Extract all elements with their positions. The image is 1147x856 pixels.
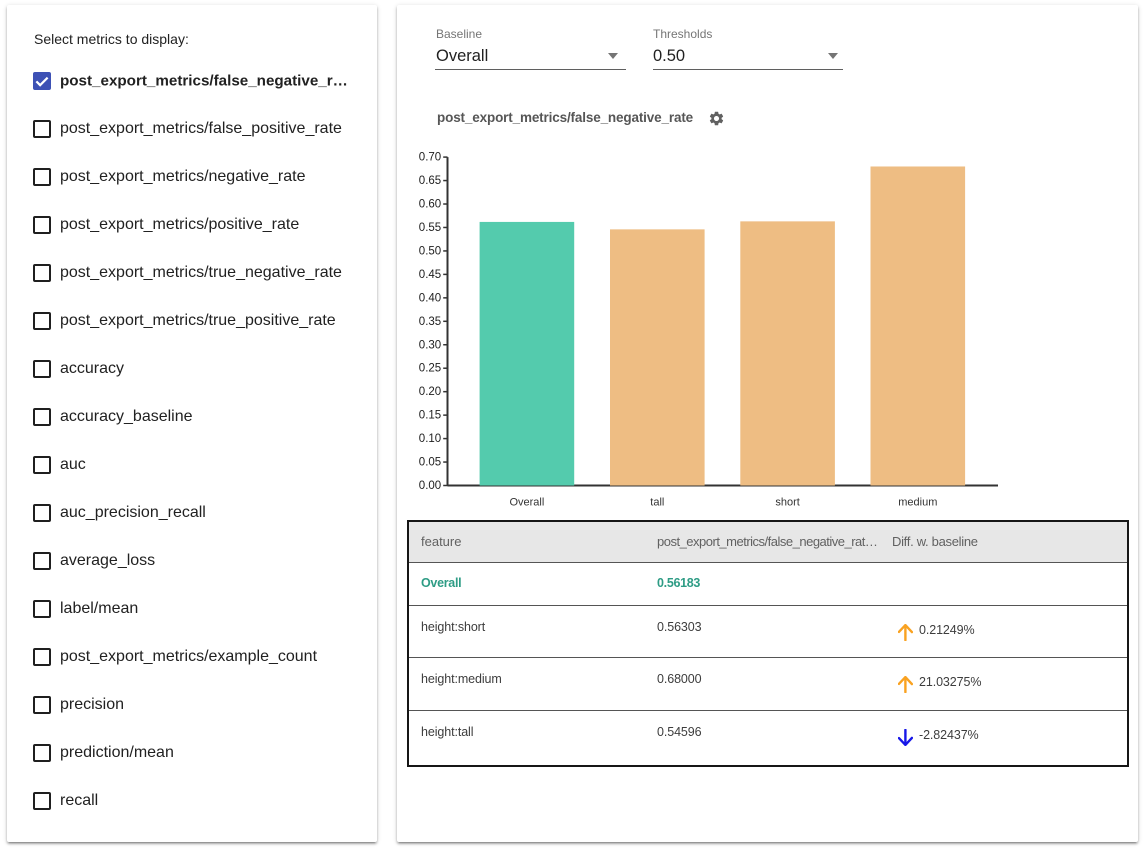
svg-text:0.70: 0.70 (419, 152, 441, 164)
svg-text:0.30: 0.30 (419, 339, 441, 351)
svg-text:0.35: 0.35 (419, 316, 441, 328)
svg-text:0.65: 0.65 (419, 175, 441, 187)
svg-text:0.45: 0.45 (419, 269, 441, 281)
svg-text:medium: medium (898, 497, 937, 509)
svg-text:0.60: 0.60 (419, 199, 441, 211)
svg-text:0.55: 0.55 (419, 222, 441, 234)
svg-text:Overall: Overall (509, 497, 544, 509)
svg-text:0.15: 0.15 (419, 410, 441, 422)
svg-text:0.40: 0.40 (419, 292, 441, 304)
svg-text:short: short (775, 497, 799, 509)
svg-text:0.20: 0.20 (419, 386, 441, 398)
svg-text:0.05: 0.05 (419, 457, 441, 469)
svg-text:0.00: 0.00 (419, 480, 441, 492)
svg-text:0.10: 0.10 (419, 433, 441, 445)
svg-text:0.50: 0.50 (419, 245, 441, 257)
svg-text:tall: tall (650, 497, 664, 509)
svg-text:0.25: 0.25 (419, 363, 441, 375)
